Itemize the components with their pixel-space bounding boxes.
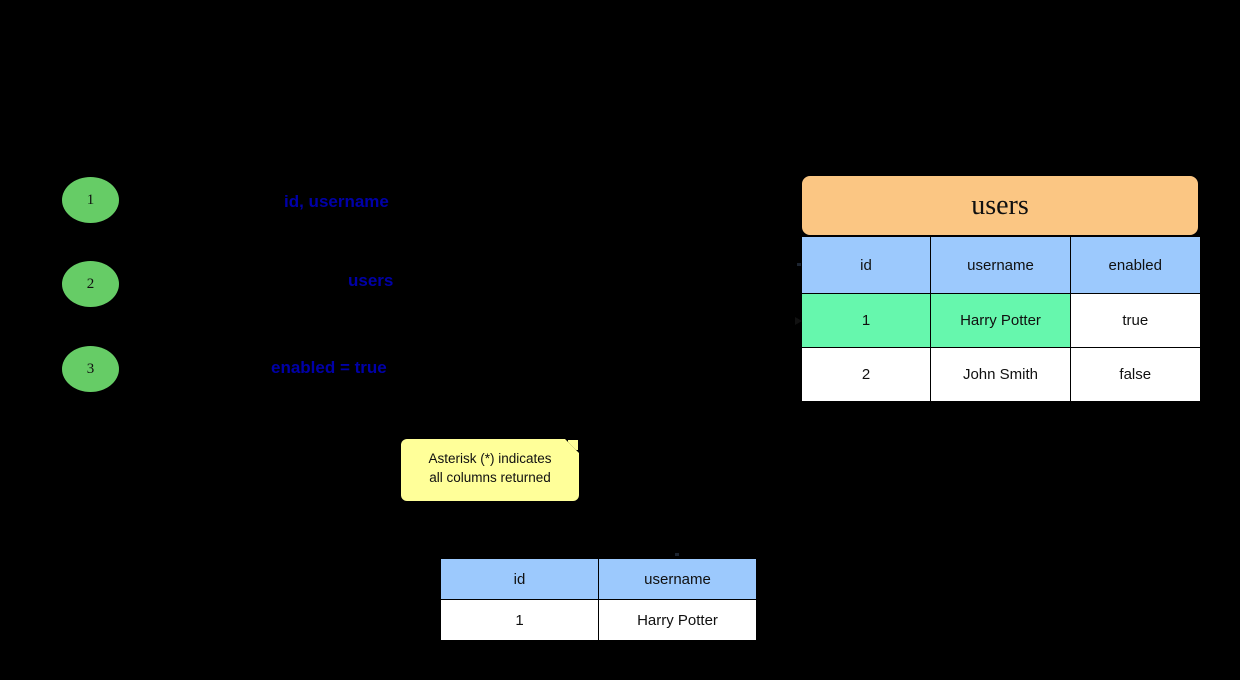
table-row: 1 Harry Potter true: [801, 293, 1200, 348]
table-row: 2 John Smith false: [801, 347, 1200, 402]
users-row-1-enabled: true: [1070, 293, 1200, 348]
step-marker-3: 3: [62, 346, 119, 392]
pointer-tick-result: [675, 553, 679, 556]
result-col-id: id: [440, 558, 599, 600]
result-col-username: username: [598, 558, 757, 600]
table-header-row: id username: [440, 558, 757, 600]
result-row-1-username: Harry Potter: [598, 599, 757, 641]
result-row-1-id: 1: [440, 599, 599, 641]
where-condition-text: enabled = true: [271, 358, 387, 377]
result-table: id username 1 Harry Potter: [440, 558, 757, 641]
asterisk-note: Asterisk (*) indicates all columns retur…: [401, 439, 579, 501]
note-line-2: all columns returned: [429, 470, 551, 485]
users-table: users id username enabled 1 Harry Potter…: [795, 175, 1200, 402]
sql-keyword-from: FROM: [260, 271, 311, 290]
users-col-enabled: enabled: [1070, 236, 1200, 294]
users-table-title: users: [801, 175, 1199, 236]
step-marker-1-number: 1: [86, 191, 95, 208]
sql-keyword-where: WHERE: [176, 358, 240, 377]
step-marker-2-number: 2: [86, 275, 95, 292]
users-col-id: id: [801, 236, 931, 294]
users-row-1-id: 1: [801, 293, 931, 348]
pointer-arrow-row-1: [795, 317, 802, 325]
select-columns-text: id, username: [284, 192, 389, 211]
users-row-2-enabled: false: [1070, 347, 1200, 402]
note-line-1: Asterisk (*) indicates: [428, 451, 552, 466]
table-row: 1 Harry Potter: [440, 599, 757, 641]
step-marker-1: 1: [62, 177, 119, 223]
users-row-2-id: 2: [801, 347, 931, 402]
users-col-username: username: [930, 236, 1071, 294]
sql-keyword-select: SELECT: [140, 192, 208, 211]
diagram-canvas: 1 SELECT id, username 2 FROM users 3 WHE…: [0, 0, 1240, 680]
users-row-1-username: Harry Potter: [930, 293, 1071, 348]
from-table-text: users: [348, 271, 394, 290]
step-marker-3-number: 3: [86, 360, 95, 377]
table-header-row: id username enabled: [801, 236, 1200, 294]
users-row-2-username: John Smith: [930, 347, 1071, 402]
users-table-grid: id username enabled 1 Harry Potter true …: [801, 236, 1200, 402]
pointer-tick-header: [797, 263, 801, 266]
step-marker-2: 2: [62, 261, 119, 307]
